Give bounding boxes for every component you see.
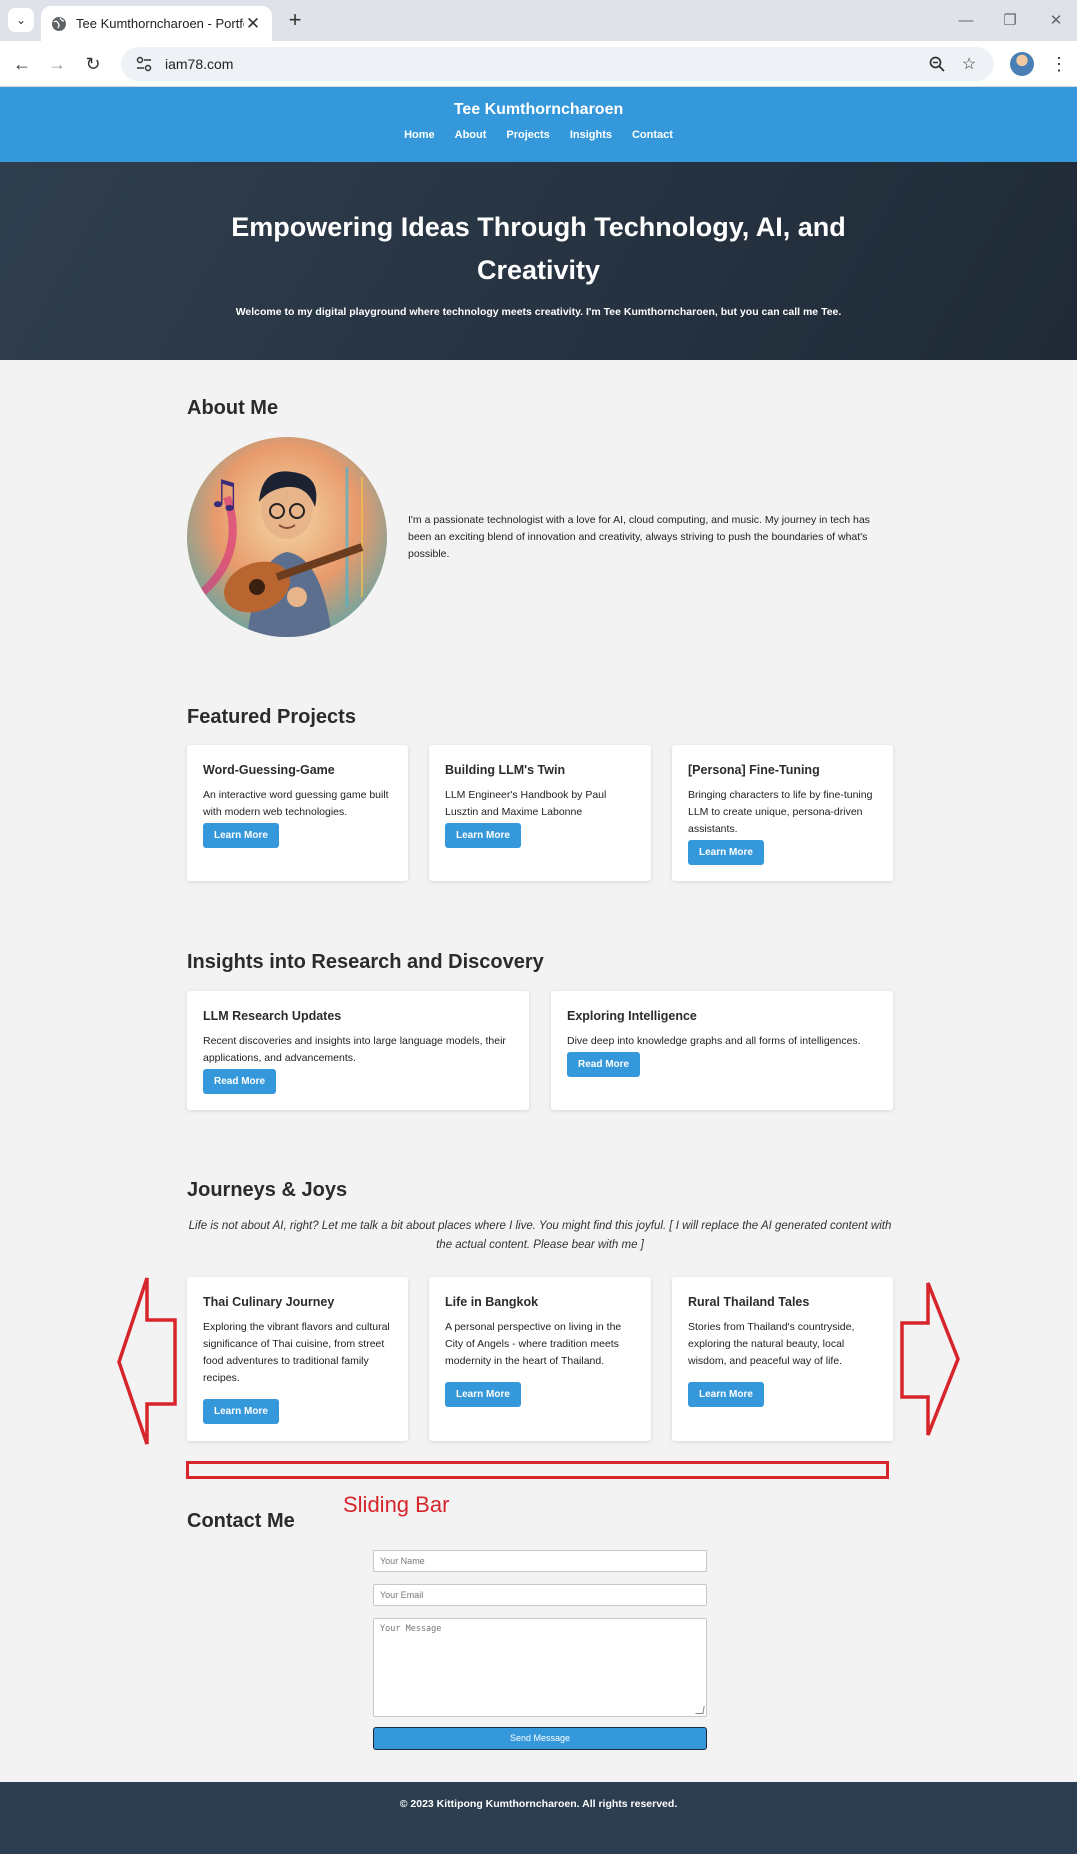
sliding-bar-label: Sliding Bar <box>343 1492 450 1517</box>
site-footer: © 2023 Kittipong Kumthorncharoen. All ri… <box>0 1782 1077 1854</box>
journey-desc: Exploring the vibrant flavors and cultur… <box>203 1321 390 1384</box>
tab-title: Tee Kumthorncharoen - Portfolio <box>76 16 244 31</box>
globe-icon <box>52 16 66 31</box>
site-header: Tee Kumthorncharoen Home About Projects … <box>0 87 1077 162</box>
menu-icon[interactable]: ⋮ <box>1047 52 1071 76</box>
right-arrow-annotation <box>900 1282 960 1436</box>
project-card: Word-Guessing-Game An interactive word g… <box>187 745 408 881</box>
close-icon[interactable]: ✕ <box>244 14 262 34</box>
browser-tab[interactable]: Tee Kumthorncharoen - Portfolio ✕ <box>41 6 272 41</box>
learn-more-button[interactable]: Learn More <box>203 823 279 848</box>
insight-card: LLM Research Updates Recent discoveries … <box>187 991 529 1110</box>
sliding-bar-annotation <box>186 1461 889 1479</box>
about-text: I'm a passionate technologist with a lov… <box>408 514 870 560</box>
hero-subtitle: Welcome to my digital playground where t… <box>235 306 842 318</box>
nav-insights[interactable]: Insights <box>570 129 612 141</box>
project-title: [Persona] Fine-Tuning <box>688 763 820 777</box>
project-card: Building LLM's Twin LLM Engineer's Handb… <box>429 745 651 881</box>
contact-form: Your Name Your Email Your Message Send M… <box>373 1550 707 1750</box>
resize-handle-icon[interactable] <box>695 1706 705 1714</box>
project-title: Building LLM's Twin <box>445 763 566 777</box>
message-textarea[interactable]: Your Message <box>373 1618 707 1717</box>
footer-copyright: © 2023 Kittipong Kumthorncharoen. All ri… <box>399 1798 678 1810</box>
tab-search-icon[interactable]: ⌄ <box>8 8 34 32</box>
learn-more-button[interactable]: Learn More <box>688 840 764 865</box>
about-title: About Me <box>187 397 279 419</box>
learn-more-button[interactable]: Learn More <box>445 1382 521 1407</box>
minimize-icon[interactable]: — <box>946 8 986 32</box>
read-more-button[interactable]: Read More <box>567 1052 641 1077</box>
hero-section: Empowering Ideas Through Technology, AI,… <box>0 162 1077 360</box>
star-icon[interactable]: ☆ <box>958 53 980 75</box>
nav-projects[interactable]: Projects <box>506 129 549 141</box>
url-text: iam78.com <box>165 56 234 72</box>
learn-more-button[interactable]: Learn More <box>203 1399 279 1424</box>
journeys-title: Journeys & Joys <box>187 1179 348 1201</box>
project-title: Word-Guessing-Game <box>203 763 335 777</box>
main-nav: Home About Projects Insights Contact <box>0 129 1077 141</box>
reload-icon[interactable]: ↻ <box>79 50 107 78</box>
nav-home[interactable]: Home <box>404 129 435 141</box>
project-desc: LLM Engineer's Handbook by Paul Lusztin … <box>445 789 607 818</box>
site-name[interactable]: Tee Kumthorncharoen <box>0 87 1077 119</box>
address-bar[interactable]: iam78.com ☆ <box>121 47 994 81</box>
journey-card: Life in Bangkok A personal perspective o… <box>429 1277 651 1441</box>
send-message-button[interactable]: Send Message <box>373 1727 707 1750</box>
journey-desc: Stories from Thailand's countryside, exp… <box>688 1321 855 1367</box>
forward-icon[interactable]: → <box>43 50 71 78</box>
profile-portrait: ♫ <box>187 437 387 637</box>
journey-desc: A personal perspective on living in the … <box>445 1321 622 1367</box>
journey-title: Life in Bangkok <box>445 1295 539 1309</box>
project-desc: Bringing characters to life by fine-tuni… <box>688 789 873 835</box>
profile-avatar[interactable] <box>1010 52 1034 76</box>
insights-title: Insights into Research and Discovery <box>187 951 544 973</box>
zoom-icon[interactable] <box>926 53 948 75</box>
project-card: [Persona] Fine-Tuning Bringing character… <box>672 745 893 881</box>
message-placeholder: Your Message <box>380 1624 442 1634</box>
project-desc: An interactive word guessing game built … <box>203 789 389 818</box>
left-arrow-annotation <box>117 1277 177 1445</box>
name-input[interactable]: Your Name <box>373 1550 707 1572</box>
projects-title: Featured Projects <box>187 706 356 728</box>
journeys-subtitle: Life is not about AI, right? Let me talk… <box>188 1220 892 1251</box>
browser-tab-bar: ⌄ Tee Kumthorncharoen - Portfolio ✕ + — … <box>0 0 1077 41</box>
journey-card: Thai Culinary Journey Exploring the vibr… <box>187 1277 408 1441</box>
journey-title: Thai Culinary Journey <box>203 1295 335 1309</box>
learn-more-button[interactable]: Learn More <box>445 823 521 848</box>
email-input[interactable]: Your Email <box>373 1584 707 1606</box>
journey-title: Rural Thailand Tales <box>688 1295 810 1309</box>
hero-title: Empowering Ideas Through Technology, AI,… <box>231 212 846 285</box>
learn-more-button[interactable]: Learn More <box>688 1382 764 1407</box>
insight-desc: Recent discoveries and insights into lar… <box>203 1035 506 1064</box>
journey-card: Rural Thailand Tales Stories from Thaila… <box>672 1277 893 1441</box>
insight-title: LLM Research Updates <box>203 1009 342 1023</box>
browser-toolbar: ← → ↻ iam78.com ☆ ⋮ <box>0 41 1077 87</box>
new-tab-icon[interactable]: + <box>282 7 308 33</box>
svg-text:♫: ♫ <box>207 472 241 516</box>
site-settings-icon[interactable] <box>135 55 153 73</box>
restore-icon[interactable]: ❐ <box>990 8 1030 32</box>
nav-about[interactable]: About <box>455 129 487 141</box>
window-close-icon[interactable]: ✕ <box>1036 8 1076 32</box>
contact-title: Contact Me <box>187 1510 295 1532</box>
insight-card: Exploring Intelligence Dive deep into kn… <box>551 991 893 1110</box>
nav-contact[interactable]: Contact <box>632 129 673 141</box>
insight-desc: Dive deep into knowledge graphs and all … <box>567 1035 861 1047</box>
back-icon[interactable]: ← <box>8 50 36 78</box>
read-more-button[interactable]: Read More <box>203 1069 277 1094</box>
insight-title: Exploring Intelligence <box>567 1009 697 1023</box>
